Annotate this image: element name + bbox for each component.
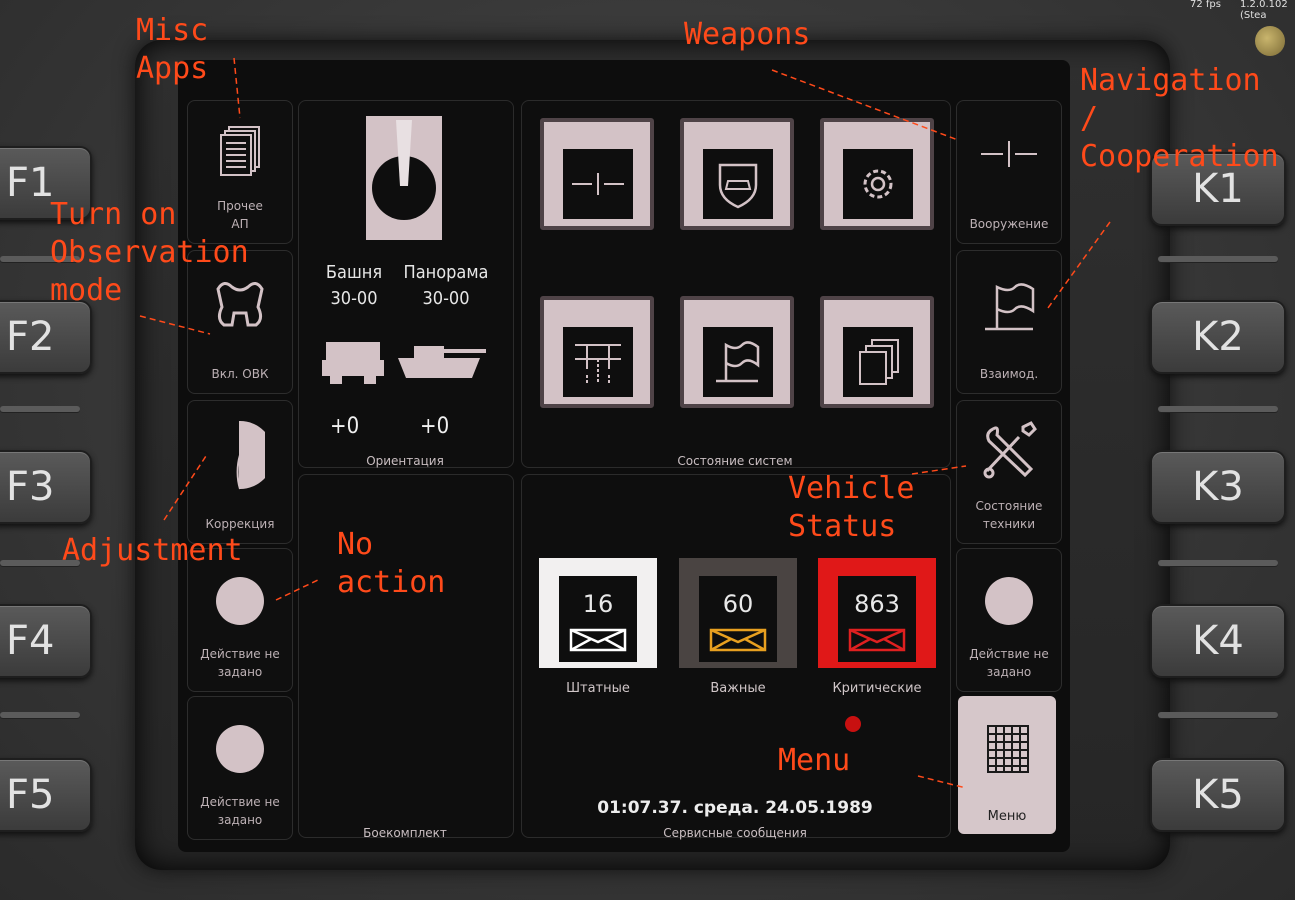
annotation-adjustment: Adjustment	[62, 533, 243, 568]
annotation-misc-apps: Misc Apps	[136, 13, 209, 86]
annotation-observation: Turn on Observation mode	[50, 197, 249, 308]
annotation-vehicle-status: Vehicle Status	[788, 471, 915, 544]
annotation-menu: Menu	[778, 743, 851, 778]
annotation-navigation: Navigation / Cooperation	[1080, 63, 1279, 174]
annotation-no-action: No action	[337, 527, 446, 600]
annotation-weapons: Weapons	[684, 17, 811, 52]
